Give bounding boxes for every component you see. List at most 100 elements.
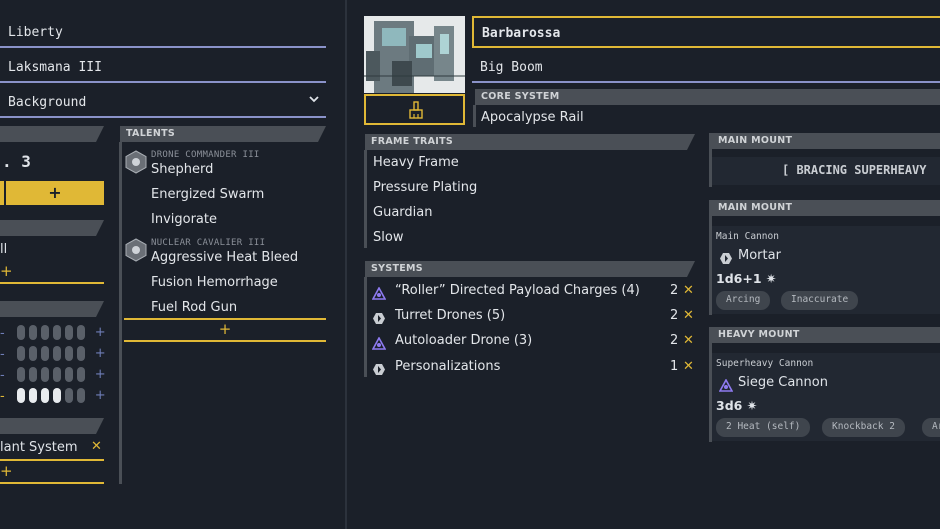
drone-icon <box>371 285 387 304</box>
skills-header <box>0 220 104 236</box>
damage-line: 3d6 ✷ <box>716 398 757 413</box>
weapon-name: Mortar <box>738 248 781 263</box>
hex-icon <box>372 361 386 380</box>
add-core-bonus-button[interactable]: + <box>0 462 104 484</box>
bracing-label: [ BRACING SUPERHEAVY <box>782 163 927 177</box>
add-talent-button[interactable]: + <box>124 320 326 342</box>
talent-rank[interactable]: Fusion Hemorrhage <box>151 275 278 290</box>
increment-button[interactable]: + <box>95 325 106 340</box>
frame-field: Big Boom <box>472 52 940 83</box>
paint-button[interactable] <box>364 94 465 125</box>
add-skill-button[interactable]: + <box>0 262 104 284</box>
weapon-name: Siege Cannon <box>738 375 828 390</box>
decrement-button[interactable]: - <box>0 389 5 404</box>
damage-value: 3d6 <box>716 398 743 413</box>
main-mount-header: MAIN MOUNT <box>712 200 940 216</box>
core-bonus-item: lant System <box>0 440 78 455</box>
core-system-name[interactable]: Apocalypse Rail <box>481 110 584 125</box>
frame-trait[interactable]: Slow <box>373 230 403 245</box>
system-sp: 2 <box>670 283 679 298</box>
column-divider <box>345 0 347 529</box>
hex-icon <box>372 310 386 329</box>
mech-skill-row: - + <box>0 385 106 404</box>
weapon-type: Main Cannon <box>716 231 779 242</box>
name-value: Laksmana III <box>8 60 102 75</box>
mech-skill-row: - + <box>0 343 106 362</box>
chevron-down-icon <box>308 93 320 108</box>
add-stat-button[interactable]: + <box>6 181 104 205</box>
increment-button[interactable]: + <box>95 388 106 403</box>
drone-commander-icon <box>125 150 147 178</box>
system-sp: 2 <box>670 333 679 348</box>
callsign-value: Liberty <box>8 25 63 40</box>
paintbrush-icon <box>408 101 424 123</box>
decrement-button[interactable]: - <box>0 368 5 383</box>
drone-icon <box>718 377 734 396</box>
weapon-tag[interactable]: 2 Heat (self) <box>716 418 811 437</box>
talents-rail <box>119 142 122 484</box>
background-select[interactable]: Background <box>0 87 326 118</box>
grit-value: . 3 <box>2 152 31 171</box>
core-bonus-header <box>0 418 104 434</box>
talents-header: TALENTS <box>120 126 326 142</box>
decrement-button[interactable]: - <box>0 347 5 362</box>
decrement-button[interactable]: - <box>0 326 5 341</box>
damage-value: 1d6+1 <box>716 271 762 286</box>
weapon-tag[interactable]: Inaccurate <box>781 291 859 310</box>
increment-button[interactable]: + <box>95 367 106 382</box>
system-name: “Roller” Directed Payload Charges (4) <box>395 283 640 298</box>
remove-icon[interactable]: ✕ <box>91 439 102 454</box>
talent-rank[interactable]: Fuel Rod Gun <box>151 300 237 315</box>
mech-portrait[interactable] <box>364 16 465 93</box>
remove-icon[interactable]: ✕ <box>683 308 694 323</box>
increment-button[interactable]: + <box>95 346 106 361</box>
weapon-tag[interactable]: Arc <box>922 418 940 437</box>
frame-trait[interactable]: Guardian <box>373 205 432 220</box>
core-system-header: CORE SYSTEM <box>475 89 940 105</box>
traits-rail <box>364 150 367 248</box>
mech-name: Barbarossa <box>482 26 561 41</box>
weapon-tag[interactable]: Arcing <box>716 291 771 310</box>
stats-header <box>0 126 104 142</box>
systems-rail <box>364 277 367 377</box>
system-sp: 1 <box>670 359 679 374</box>
bracing-slot[interactable]: [ BRACING SUPERHEAVY <box>712 157 940 185</box>
name-field[interactable]: Laksmana III <box>0 52 326 83</box>
frame-name: Big Boom <box>480 60 543 75</box>
nuclear-cavalier-icon <box>125 238 147 266</box>
frame-trait[interactable]: Pressure Plating <box>373 180 477 195</box>
talent-rank[interactable]: Energized Swarm <box>151 187 264 202</box>
talent-rank[interactable]: Invigorate <box>151 212 217 227</box>
talent-rank[interactable]: Aggressive Heat Bleed <box>151 250 298 265</box>
remove-icon[interactable]: ✕ <box>683 333 694 348</box>
system-name: Personalizations <box>395 359 501 374</box>
mech-skill-row: - + <box>0 322 106 341</box>
system-name: Turret Drones (5) <box>395 308 506 323</box>
core-rail <box>473 105 476 127</box>
heavy-mount-header: HEAVY MOUNT <box>712 327 940 343</box>
mortar-card[interactable]: Main Cannon Mortar 1d6+1 ✷ Arcing Inaccu… <box>712 226 940 314</box>
main-mount-header: MAIN MOUNT <box>712 133 940 149</box>
mech-skills-header <box>0 301 104 317</box>
system-sp: 2 <box>670 308 679 323</box>
remove-icon[interactable]: ✕ <box>683 283 694 298</box>
callsign-field[interactable]: Liberty <box>0 17 326 48</box>
skill-partial: ll <box>0 242 8 257</box>
burst-icon: ✷ <box>765 271 777 286</box>
burst-icon: ✷ <box>746 398 758 413</box>
siege-cannon-card[interactable]: Superheavy Cannon Siege Cannon 3d6 ✷ 2 H… <box>712 353 940 441</box>
system-name: Autoloader Drone (3) <box>395 333 533 348</box>
drone-icon <box>371 335 387 354</box>
divider <box>0 459 104 461</box>
weapon-tag[interactable]: Knockback 2 <box>822 418 905 437</box>
mech-name-field[interactable]: Barbarossa <box>472 16 940 48</box>
systems-header: SYSTEMS <box>365 261 695 277</box>
remove-icon[interactable]: ✕ <box>683 359 694 374</box>
talent-rank[interactable]: Shepherd <box>151 162 213 177</box>
talent-name: DRONE COMMANDER III <box>151 150 260 160</box>
damage-line: 1d6+1 ✷ <box>716 271 776 286</box>
frame-traits-header: FRAME TRAITS <box>365 134 695 150</box>
mech-skill-row: - + <box>0 364 106 383</box>
frame-trait[interactable]: Heavy Frame <box>373 155 459 170</box>
hex-icon <box>719 250 733 269</box>
